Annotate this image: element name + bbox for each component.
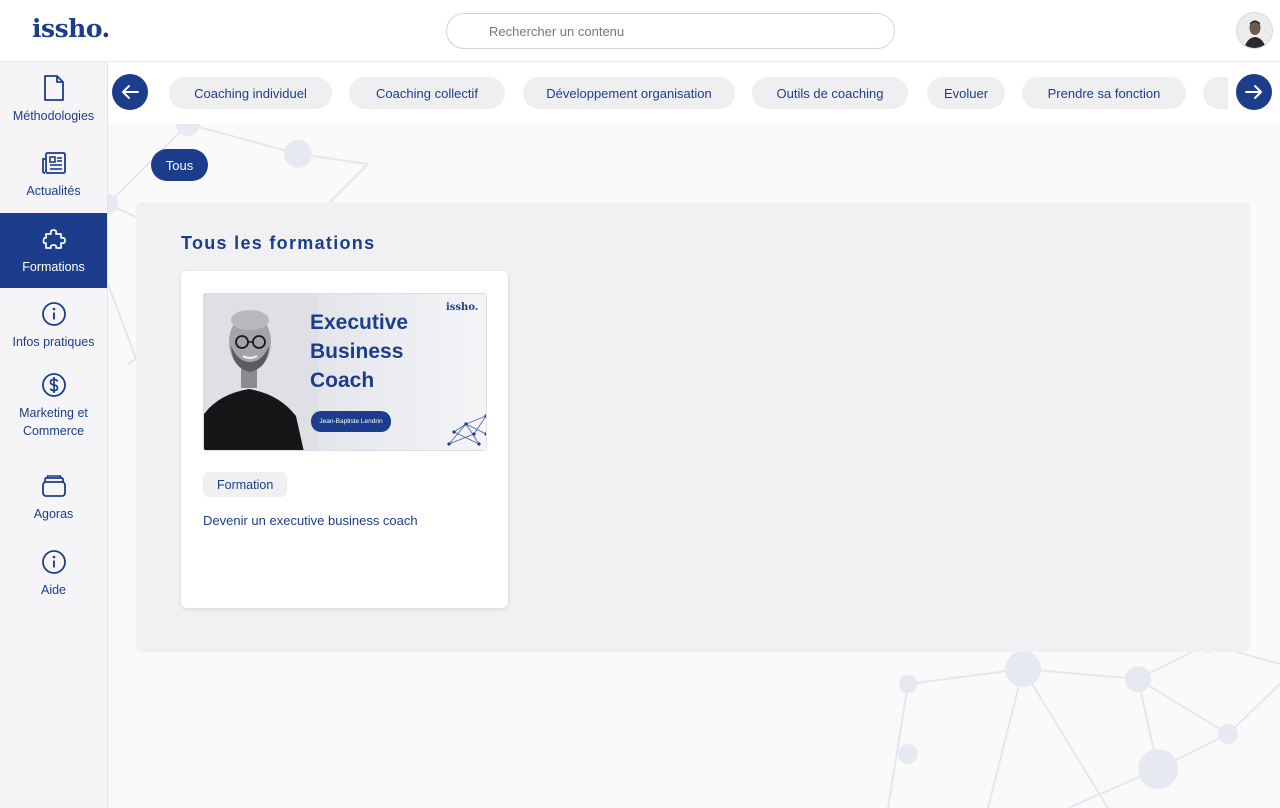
puzzle-icon [41, 226, 67, 252]
user-photo [1237, 13, 1272, 48]
card-thumbnail: Executive Business Coach Jean-Baptiste L… [203, 293, 487, 451]
sidebar-item-label: Formations [22, 259, 85, 274]
chip-coaching-collectif[interactable]: Coaching collectif [349, 77, 505, 109]
sidebar-item-formations[interactable]: Formations [0, 213, 107, 288]
chip-partial[interactable] [1203, 77, 1228, 109]
chip-prendre-sa-fonction[interactable]: Prendre sa fonction [1022, 77, 1186, 109]
thumbnail-title: Executive Business Coach [310, 308, 480, 395]
scroll-right-button[interactable] [1236, 74, 1272, 110]
issho-logo[interactable]: issho. [32, 14, 110, 43]
sidebar-item-infos-pratiques[interactable]: Infos pratiques [0, 288, 107, 363]
sidebar-item-aide[interactable]: Aide [0, 536, 107, 611]
section-title: Tous les formations [181, 233, 376, 253]
thumbnail-title-line: Business [310, 340, 404, 363]
sidebar-item-agoras[interactable]: Agoras [0, 460, 107, 535]
sidebar-item-label: Actualités [26, 183, 81, 198]
filter-tous-button[interactable]: Tous [151, 149, 208, 181]
category-chips: Coaching individuel Coaching collectif D… [168, 62, 1228, 124]
thumbnail-title-line: Coach [310, 369, 375, 392]
dollar-icon [41, 372, 67, 398]
card-title[interactable]: Devenir un executive business coach [203, 513, 418, 528]
sidebar-item-actualites[interactable]: Actualités [0, 137, 107, 212]
top-bar: issho. [0, 0, 1280, 62]
thumbnail-person-name: Jean-Baptiste Lendrin [311, 411, 391, 432]
info-icon [41, 301, 67, 327]
sidebar-item-marketing-commerce[interactable]: Marketing et Commerce [0, 363, 107, 449]
sidebar-item-label: Infos pratiques [12, 334, 95, 349]
coach-photo [204, 294, 319, 450]
sidebar-item-methodologies[interactable]: Méthodologies [0, 62, 107, 137]
sidebar: Méthodologies Actualités Formations Info… [0, 62, 108, 808]
sidebar-item-label: Méthodologies [12, 108, 95, 123]
avatar[interactable] [1236, 12, 1273, 49]
chip-developpement-organisation[interactable]: Développement organisation [523, 77, 735, 109]
newspaper-icon [41, 150, 67, 176]
category-bar: Coaching individuel Coaching collectif D… [108, 62, 1280, 124]
info-icon [41, 549, 67, 575]
card-type-badge: Formation [203, 472, 288, 497]
sidebar-item-label: Agoras [33, 506, 74, 521]
sidebar-item-label: Marketing et Commerce [19, 406, 88, 438]
folder-stack-icon [41, 473, 67, 499]
thumbnail-logo: issho. [446, 302, 479, 313]
search-input[interactable] [446, 13, 895, 49]
arrow-right-icon [1245, 85, 1262, 99]
chip-evoluer[interactable]: Evoluer [927, 77, 1005, 109]
arrow-left-icon [122, 85, 139, 99]
formation-card[interactable]: Executive Business Coach Jean-Baptiste L… [181, 271, 508, 608]
sidebar-item-label: Aide [40, 582, 67, 597]
scroll-left-button[interactable] [112, 74, 148, 110]
chip-coaching-individuel[interactable]: Coaching individuel [169, 77, 332, 109]
document-icon [41, 74, 67, 101]
chip-outils-de-coaching[interactable]: Outils de coaching [752, 77, 908, 109]
